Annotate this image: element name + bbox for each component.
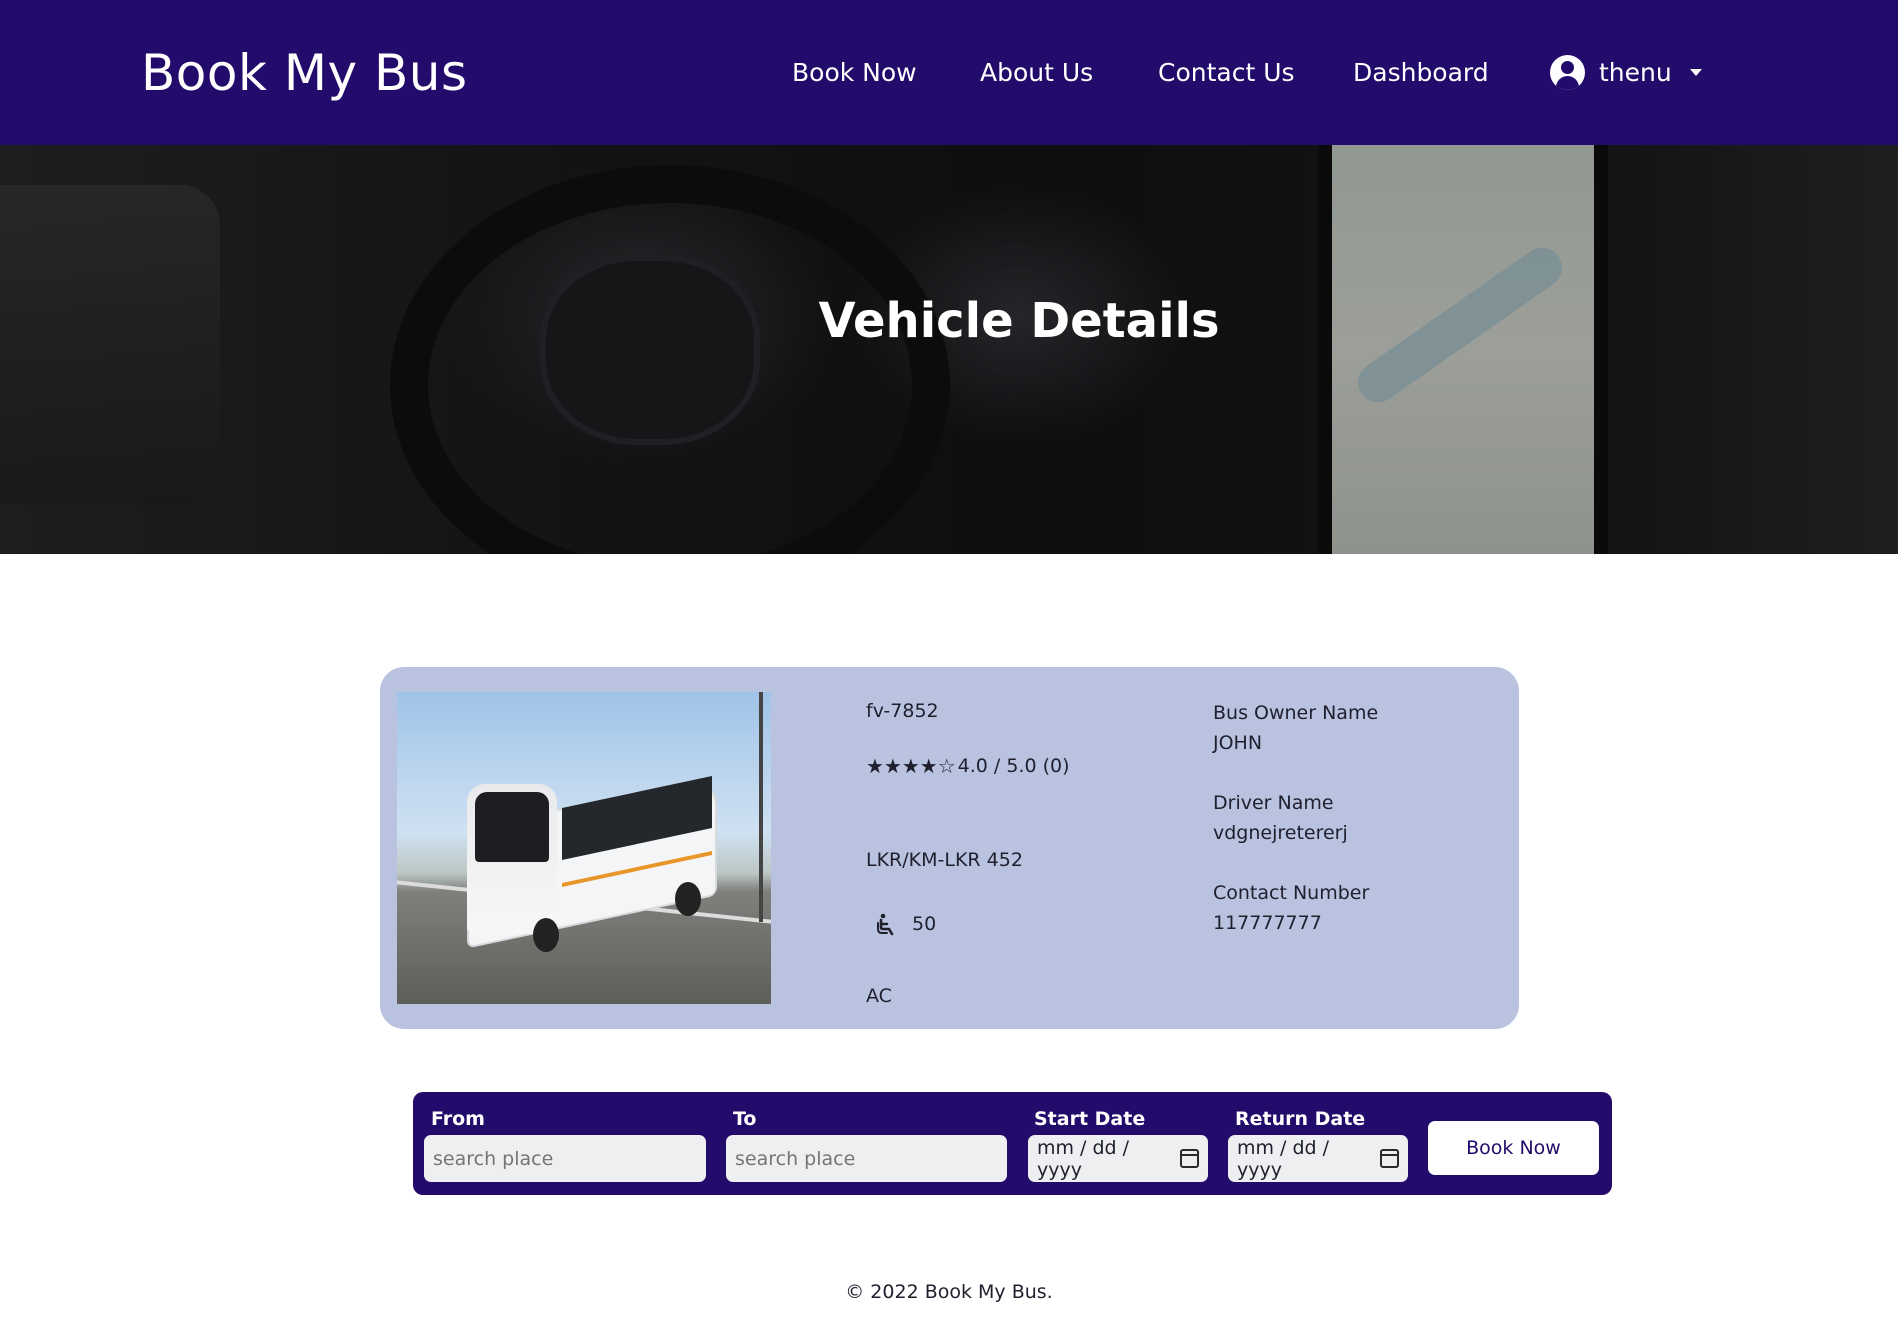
vehicle-rating: ★★★★☆ 4.0 / 5.0 (0) bbox=[866, 755, 1070, 777]
contact-label: Contact Number bbox=[1213, 882, 1370, 904]
calendar-icon[interactable] bbox=[1180, 1149, 1199, 1168]
brand-logo[interactable]: Book My Bus bbox=[141, 44, 468, 102]
to-label: To bbox=[733, 1108, 757, 1130]
caret-down-icon bbox=[1689, 69, 1702, 76]
book-now-button[interactable]: Book Now bbox=[1428, 1121, 1599, 1175]
vehicle-seats: 50 bbox=[874, 912, 936, 936]
user-menu[interactable]: thenu bbox=[1550, 55, 1702, 90]
owner-info: Bus Owner Name JOHN bbox=[1213, 698, 1378, 758]
contact-info: Contact Number 117777777 bbox=[1213, 878, 1369, 938]
driver-value: vdgnejretererj bbox=[1213, 822, 1348, 844]
to-input[interactable] bbox=[726, 1135, 1007, 1182]
owner-value: JOHN bbox=[1213, 732, 1263, 754]
nav-about-us[interactable]: About Us bbox=[980, 58, 1093, 87]
user-avatar-icon bbox=[1550, 55, 1585, 90]
vehicle-type: AC bbox=[866, 985, 892, 1007]
bus-image bbox=[397, 692, 771, 1004]
driver-info: Driver Name vdgnejretererj bbox=[1213, 788, 1348, 848]
nav-dashboard[interactable]: Dashboard bbox=[1353, 58, 1489, 87]
seat-count: 50 bbox=[912, 913, 937, 935]
start-date-value: mm / dd / yyyy bbox=[1037, 1136, 1130, 1181]
owner-label: Bus Owner Name bbox=[1213, 702, 1379, 724]
footer-copyright: © 2022 Book My Bus. bbox=[845, 1281, 1053, 1303]
rating-stars-icon: ★★★★☆ bbox=[866, 754, 956, 778]
rating-text: 4.0 / 5.0 (0) bbox=[957, 755, 1070, 777]
vehicle-fare: LKR/KM-LKR 452 bbox=[866, 849, 1023, 871]
return-date-value: mm / dd / yyyy bbox=[1237, 1136, 1330, 1181]
vehicle-card: fv-7852 ★★★★☆ 4.0 / 5.0 (0) LKR/KM-LKR 4… bbox=[380, 667, 1519, 1029]
nav-contact-us[interactable]: Contact Us bbox=[1158, 58, 1295, 87]
user-name: thenu bbox=[1599, 58, 1672, 87]
page-title: Vehicle Details bbox=[818, 293, 1220, 349]
from-label: From bbox=[431, 1108, 485, 1130]
calendar-icon[interactable] bbox=[1380, 1149, 1399, 1168]
contact-value: 117777777 bbox=[1213, 912, 1322, 934]
hero-overlay bbox=[0, 145, 1898, 554]
hero-banner: Vehicle Details bbox=[0, 145, 1898, 554]
navbar: Book My Bus Book Now About Us Contact Us… bbox=[0, 0, 1898, 145]
vehicle-registration: fv-7852 bbox=[866, 700, 939, 722]
return-date-input[interactable]: mm / dd / yyyy bbox=[1228, 1135, 1408, 1182]
nav-book-now[interactable]: Book Now bbox=[792, 58, 917, 87]
driver-label: Driver Name bbox=[1213, 792, 1334, 814]
booking-form: From To Start Date mm / dd / yyyy Return… bbox=[413, 1092, 1612, 1195]
return-date-label: Return Date bbox=[1235, 1108, 1366, 1130]
from-input[interactable] bbox=[424, 1135, 706, 1182]
start-date-label: Start Date bbox=[1034, 1108, 1146, 1130]
start-date-input[interactable]: mm / dd / yyyy bbox=[1028, 1135, 1208, 1182]
seat-icon bbox=[874, 912, 898, 936]
